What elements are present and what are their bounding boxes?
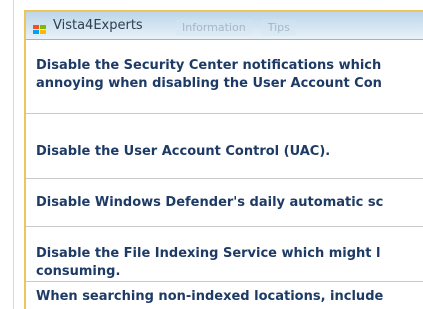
list-item-uac[interactable]: Disable the User Account Control (UAC).: [26, 143, 423, 161]
list-item-file-indexing[interactable]: Disable the File Indexing Service which …: [26, 245, 423, 281]
screenshot-canvas: Vista4Experts Information Tips Disable t…: [0, 0, 423, 309]
list-item-security-center[interactable]: Disable the Security Center notification…: [26, 57, 423, 93]
list-item-line: annoying when disabling the User Account…: [36, 76, 382, 91]
list-item-line: When searching non-indexed locations, in…: [36, 289, 384, 304]
list-divider: [26, 226, 423, 227]
app-logo-icon: [33, 20, 47, 34]
tweak-list: Disable the Security Center notification…: [26, 40, 423, 309]
list-divider: [26, 113, 423, 114]
list-item-line: consuming.: [36, 264, 121, 279]
list-item-line: Disable Windows Defender's daily automat…: [36, 195, 384, 210]
window-tabs: Information Tips: [176, 19, 296, 36]
tab-tips[interactable]: Tips: [261, 19, 296, 36]
list-item-line: Disable the Security Center notification…: [36, 58, 382, 73]
list-item-line: Disable the File Indexing Service which …: [36, 246, 381, 261]
list-divider: [26, 281, 423, 282]
list-item-non-indexed-search[interactable]: When searching non-indexed locations, in…: [26, 288, 423, 306]
list-divider: [26, 178, 423, 179]
window-title: Vista4Experts: [53, 18, 143, 33]
app-window: Vista4Experts Information Tips Disable t…: [24, 10, 423, 309]
tab-information[interactable]: Information: [176, 19, 252, 36]
list-item-windows-defender[interactable]: Disable Windows Defender's daily automat…: [26, 194, 423, 212]
list-item-line: Disable the User Account Control (UAC).: [36, 144, 331, 159]
window-titlebar: Vista4Experts Information Tips: [26, 12, 423, 40]
left-divider: [13, 0, 14, 309]
